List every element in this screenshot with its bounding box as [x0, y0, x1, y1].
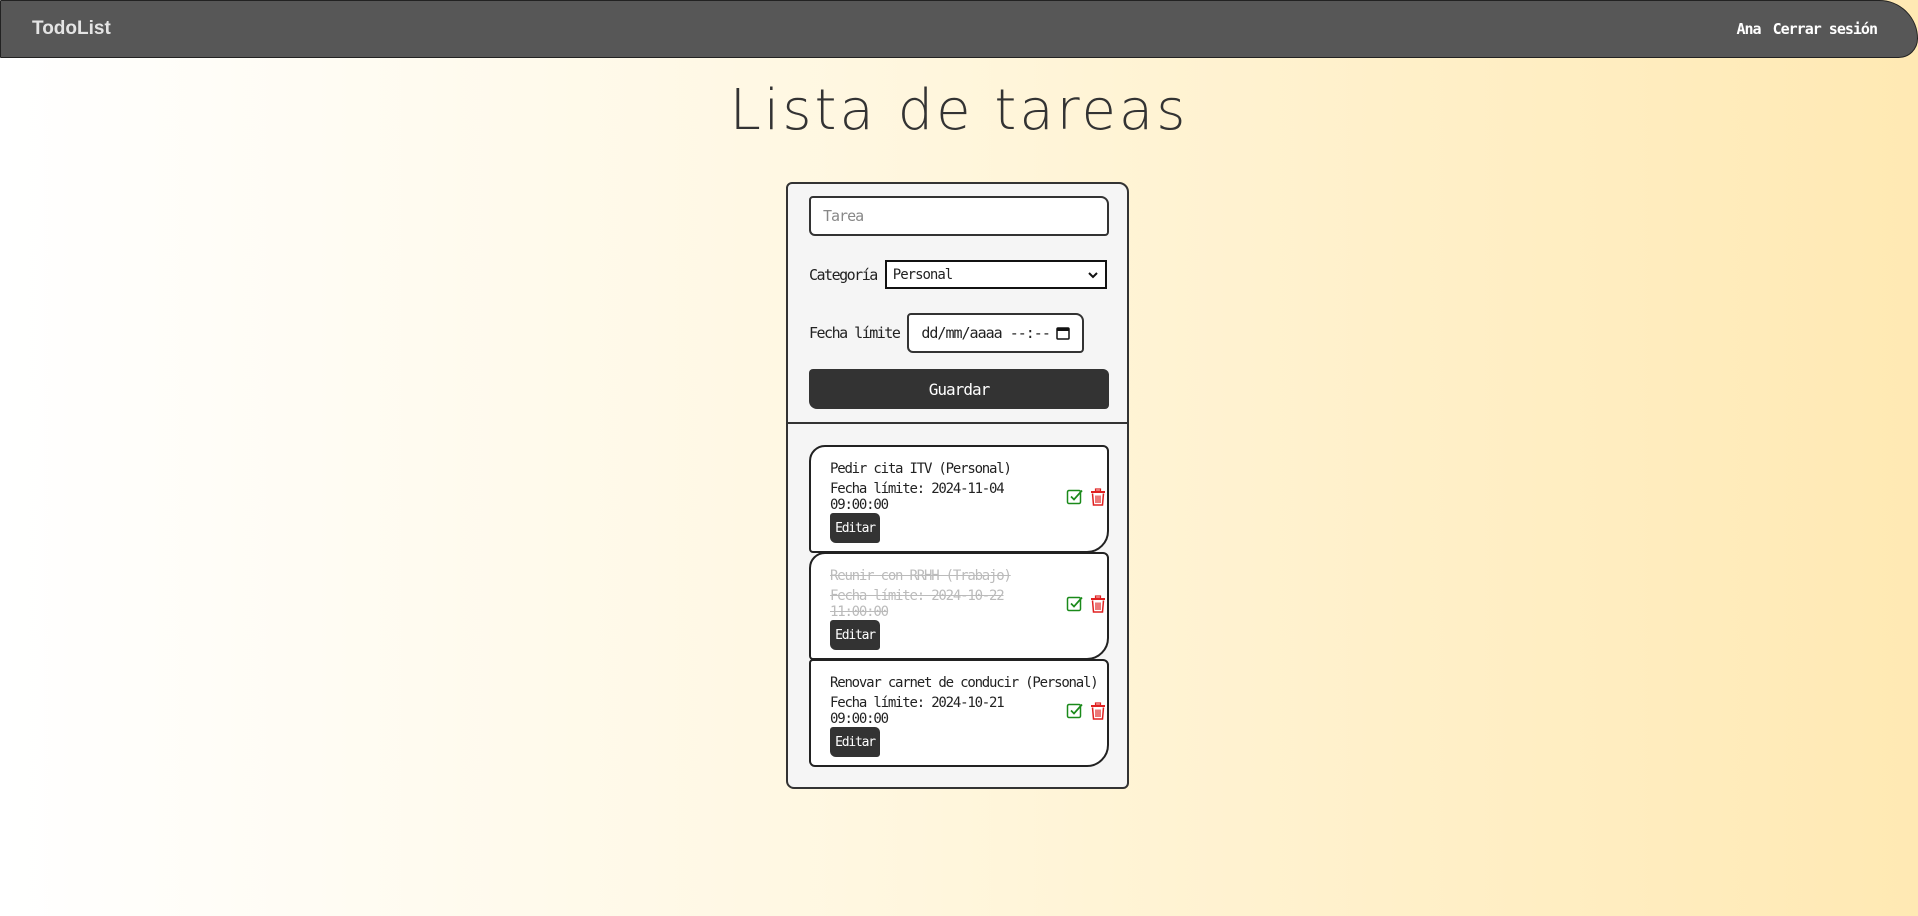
check-square-icon[interactable] [1066, 702, 1084, 720]
edit-button[interactable]: Editar [830, 727, 880, 757]
task-item: Renovar carnet de conducir (Personal) Fe… [809, 659, 1109, 767]
deadline-label: Fecha límite [809, 324, 901, 342]
chevron-down-icon [1088, 271, 1098, 278]
task-form: Tarea Categoría Personal Fecha límite dd… [788, 184, 1127, 424]
navbar: TodoList Ana Cerrar sesión [0, 0, 1918, 58]
trash-icon[interactable] [1089, 488, 1107, 506]
task-item: Pedir cita ITV (Personal) Fecha límite: … [809, 445, 1109, 553]
brand-logo[interactable]: TodoList [32, 18, 111, 40]
task-list: Pedir cita ITV (Personal) Fecha límite: … [788, 424, 1127, 767]
trash-icon[interactable] [1089, 595, 1107, 613]
check-square-icon[interactable] [1066, 488, 1084, 506]
task-deadline-row: Fecha límite: 2024-11-04 09:00:00 [830, 481, 1107, 513]
task-input-placeholder: Tarea [823, 207, 864, 225]
page-title: Lista de tareas [729, 78, 1189, 143]
task-item: Reunir con RRHH (Trabajo) Fecha límite: … [809, 552, 1109, 660]
user-name-link[interactable]: Ana [1737, 20, 1762, 38]
check-square-icon[interactable] [1066, 595, 1084, 613]
calendar-icon[interactable] [1056, 326, 1071, 340]
deadline-row: Fecha límite dd/mm/aaaa --:-- [809, 313, 1107, 353]
category-select[interactable]: Personal [884, 260, 1107, 289]
task-deadline-row: Fecha límite: 2024-10-21 09:00:00 [830, 695, 1107, 727]
todo-card: Tarea Categoría Personal Fecha límite dd… [786, 182, 1129, 789]
edit-button[interactable]: Editar [830, 620, 880, 650]
deadline-input-value: dd/mm/aaaa --:-- [921, 324, 1050, 342]
save-button[interactable]: Guardar [809, 369, 1109, 409]
category-label: Categoría [809, 265, 878, 284]
task-deadline: Fecha límite: 2024-10-21 09:00:00 [830, 695, 1005, 727]
trash-icon[interactable] [1089, 702, 1107, 720]
deadline-input[interactable]: dd/mm/aaaa --:-- [907, 313, 1085, 353]
category-row: Categoría Personal [809, 260, 1107, 289]
task-input[interactable]: Tarea [809, 196, 1109, 236]
task-deadline: Fecha límite: 2024-10-22 11:00:00 [830, 588, 1005, 620]
nav-user-menu: Ana Cerrar sesión [1737, 20, 1879, 38]
logout-link[interactable]: Cerrar sesión [1773, 20, 1878, 38]
category-selected-value: Personal [892, 266, 953, 283]
task-deadline-row: Fecha límite: 2024-10-22 11:00:00 [830, 588, 1107, 620]
edit-button[interactable]: Editar [830, 513, 880, 543]
task-deadline: Fecha límite: 2024-11-04 09:00:00 [830, 481, 1005, 513]
